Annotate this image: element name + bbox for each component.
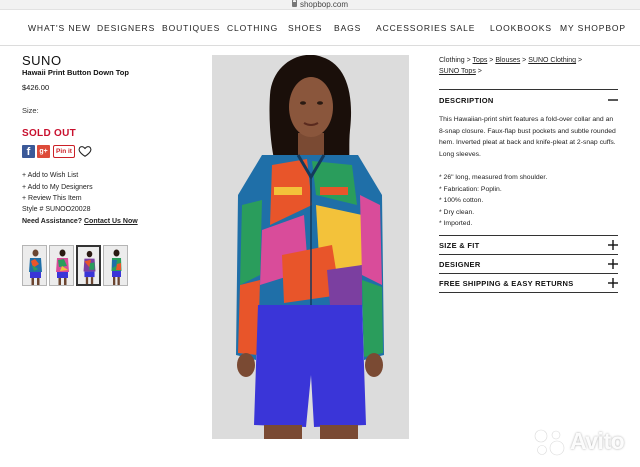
google-plus-icon[interactable]: g+ <box>37 145 50 158</box>
nav-boutiques[interactable]: BOUTIQUES <box>162 23 220 33</box>
divider <box>439 292 618 293</box>
nav-whats-new[interactable]: WHAT'S NEW <box>28 23 91 33</box>
lock-icon <box>291 0 297 7</box>
address-text: shopbop.com <box>299 0 349 9</box>
avito-watermark: Avito <box>532 426 632 458</box>
thumbnail-figure <box>50 246 73 285</box>
description-heading[interactable]: DESCRIPTION <box>439 96 494 105</box>
main-product-image[interactable] <box>212 55 409 439</box>
pin-it-label: Pin it <box>56 148 72 155</box>
style-number: Style # SUNOO20028 <box>22 206 91 213</box>
plus-icon[interactable] <box>608 240 618 250</box>
facebook-icon[interactable]: f <box>22 145 35 158</box>
nav-bags[interactable]: BAGS <box>334 23 361 33</box>
nav-shoes[interactable]: SHOES <box>288 23 322 33</box>
address-text-wrap: shopbop.com <box>0 0 640 10</box>
size-fit-heading[interactable]: SIZE & FIT <box>439 241 480 250</box>
description-bullets: * 26" long, measured from shoulder. * Fa… <box>439 172 621 230</box>
divider <box>439 89 618 90</box>
size-label: Size: <box>22 106 39 115</box>
contact-us-link[interactable]: Contact Us Now <box>84 218 138 225</box>
nav-designers[interactable]: DESIGNERS <box>97 23 155 33</box>
assistance-label: Need Assistance? <box>22 218 83 225</box>
review-item-link[interactable]: + Review This Item <box>22 193 93 205</box>
breadcrumb-suno-clothing[interactable]: SUNO Clothing <box>528 57 576 64</box>
bullet-care: * Dry clean. <box>439 208 475 216</box>
bullet-material: * 100% cotton. <box>439 197 484 205</box>
product-actions: + Add to Wish List + Add to My Designers… <box>22 170 93 205</box>
pinterest-icon[interactable]: Pin it <box>53 145 75 158</box>
plus-icon[interactable] <box>608 278 618 288</box>
watermark-text: Avito <box>570 428 625 454</box>
breadcrumb-clothing[interactable]: Clothing <box>439 57 465 64</box>
shipping-returns-heading[interactable]: FREE SHIPPING & EASY RETURNS <box>439 279 574 288</box>
bullet-origin: * Imported. <box>439 220 473 228</box>
minus-icon[interactable] <box>608 95 618 105</box>
product-price: $426.00 <box>22 83 50 92</box>
divider <box>439 273 618 274</box>
breadcrumb-separator: > <box>464 57 473 64</box>
nav-sale[interactable]: SALE <box>450 23 475 33</box>
browser-address-bar[interactable]: shopbop.com <box>0 0 640 10</box>
top-navigation: WHAT'S NEW DESIGNERS BOUTIQUES CLOTHING … <box>0 10 640 46</box>
thumbnail-2[interactable] <box>49 245 74 286</box>
bullet-fabrication: * Fabrication: Poplin. <box>439 185 502 193</box>
add-to-my-designers-link[interactable]: + Add to My Designers <box>22 182 93 194</box>
product-brand[interactable]: SUNO <box>22 53 62 68</box>
breadcrumb-tops[interactable]: Tops <box>473 57 488 64</box>
plus-icon[interactable] <box>608 259 618 269</box>
thumbnail-figure <box>23 246 46 285</box>
breadcrumb-separator: > <box>475 68 482 75</box>
breadcrumb: Clothing > Tops > Blouses > SUNO Clothin… <box>439 55 621 77</box>
breadcrumb-suno-tops[interactable]: SUNO Tops <box>439 68 476 75</box>
model-illustration <box>212 55 409 439</box>
heart-icon[interactable] <box>78 144 92 158</box>
nav-my-shopbop[interactable]: MY SHOPBOP <box>560 23 626 33</box>
nav-accessories[interactable]: ACCESSORIES <box>376 23 447 33</box>
avito-logo <box>534 429 565 456</box>
thumbnail-figure <box>104 246 127 285</box>
nav-clothing[interactable]: CLOTHING <box>227 23 278 33</box>
thumbnail-figure <box>78 247 99 284</box>
thumbnail-3[interactable] <box>76 245 101 286</box>
nav-lookbooks[interactable]: LOOKBOOKS <box>490 23 552 33</box>
description-text: This Hawaiian-print shirt features a fol… <box>439 116 616 158</box>
designer-heading[interactable]: DESIGNER <box>439 260 481 269</box>
sold-out-status: SOLD OUT <box>22 128 77 139</box>
bullet-length: * 26" long, measured from shoulder. <box>439 174 548 181</box>
divider <box>439 235 618 236</box>
thumbnail-4[interactable] <box>103 245 128 286</box>
divider <box>439 254 618 255</box>
add-to-wish-list-link[interactable]: + Add to Wish List <box>22 170 93 182</box>
breadcrumb-separator: > <box>576 57 583 64</box>
thumbnail-1[interactable] <box>22 245 47 286</box>
product-title: Hawaii Print Button Down Top <box>22 68 129 77</box>
breadcrumb-blouses[interactable]: Blouses <box>495 57 520 64</box>
assistance-line: Need Assistance? Contact Us Now <box>22 218 138 225</box>
